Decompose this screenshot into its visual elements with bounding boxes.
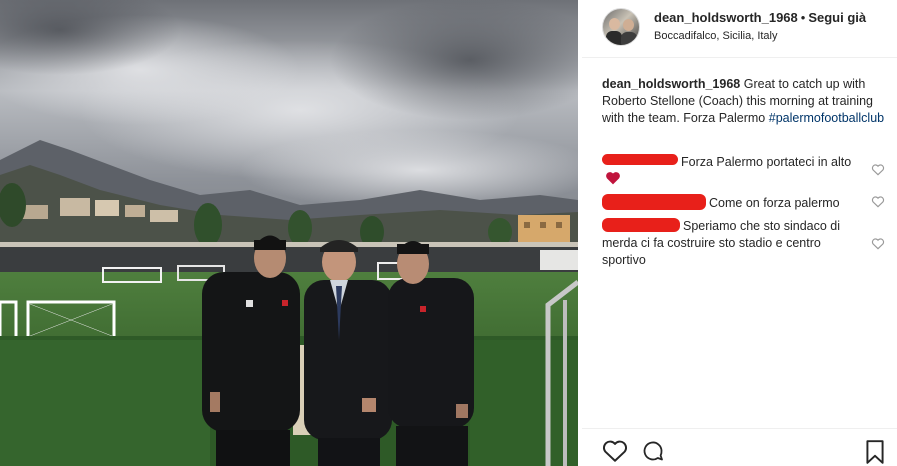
comment-text: Forza Palermo portateci in alto [681, 155, 852, 169]
header-user-line: dean_holdsworth_1968 • Segui già [654, 10, 866, 25]
heart-icon[interactable] [602, 439, 628, 463]
post-actions-bar [582, 428, 897, 466]
post-header: dean_holdsworth_1968 • Segui già Boccadifa… [582, 0, 897, 58]
heart-emoji-icon [606, 172, 620, 185]
comment-item: Speriamo che sto sindaco di merda ci fa … [602, 218, 867, 269]
comment-like-icon[interactable] [871, 163, 885, 177]
bookmark-icon[interactable] [864, 439, 886, 465]
header-separator: • [800, 10, 806, 25]
location-link[interactable]: Boccadifalco, Sicilia, Italy [654, 30, 778, 42]
redacted-username [602, 154, 678, 165]
caption-hashtag[interactable]: #palermofootballclub [769, 111, 884, 125]
comment-text: Come on forza palermo [709, 196, 840, 210]
avatar[interactable] [602, 8, 640, 46]
caption-username[interactable]: dean_holdsworth_1968 [602, 77, 740, 91]
comment-like-icon[interactable] [871, 195, 885, 209]
post-photo[interactable] [0, 0, 578, 466]
comment-item: Come on forza palermo [602, 194, 867, 212]
redacted-username [602, 218, 680, 232]
comment-icon[interactable] [640, 439, 666, 463]
post-side-panel: dean_holdsworth_1968 • Segui già Boccadifa… [582, 0, 897, 466]
comment-like-icon[interactable] [871, 237, 885, 251]
header-username[interactable]: dean_holdsworth_1968 [654, 10, 798, 25]
training-ground-photo [0, 0, 578, 466]
redacted-username [602, 194, 706, 210]
follow-status-button[interactable]: Segui già [808, 10, 866, 25]
post-caption: dean_holdsworth_1968 Great to catch up w… [602, 76, 892, 127]
comment-item: Forza Palermo portateci in alto [602, 154, 867, 188]
